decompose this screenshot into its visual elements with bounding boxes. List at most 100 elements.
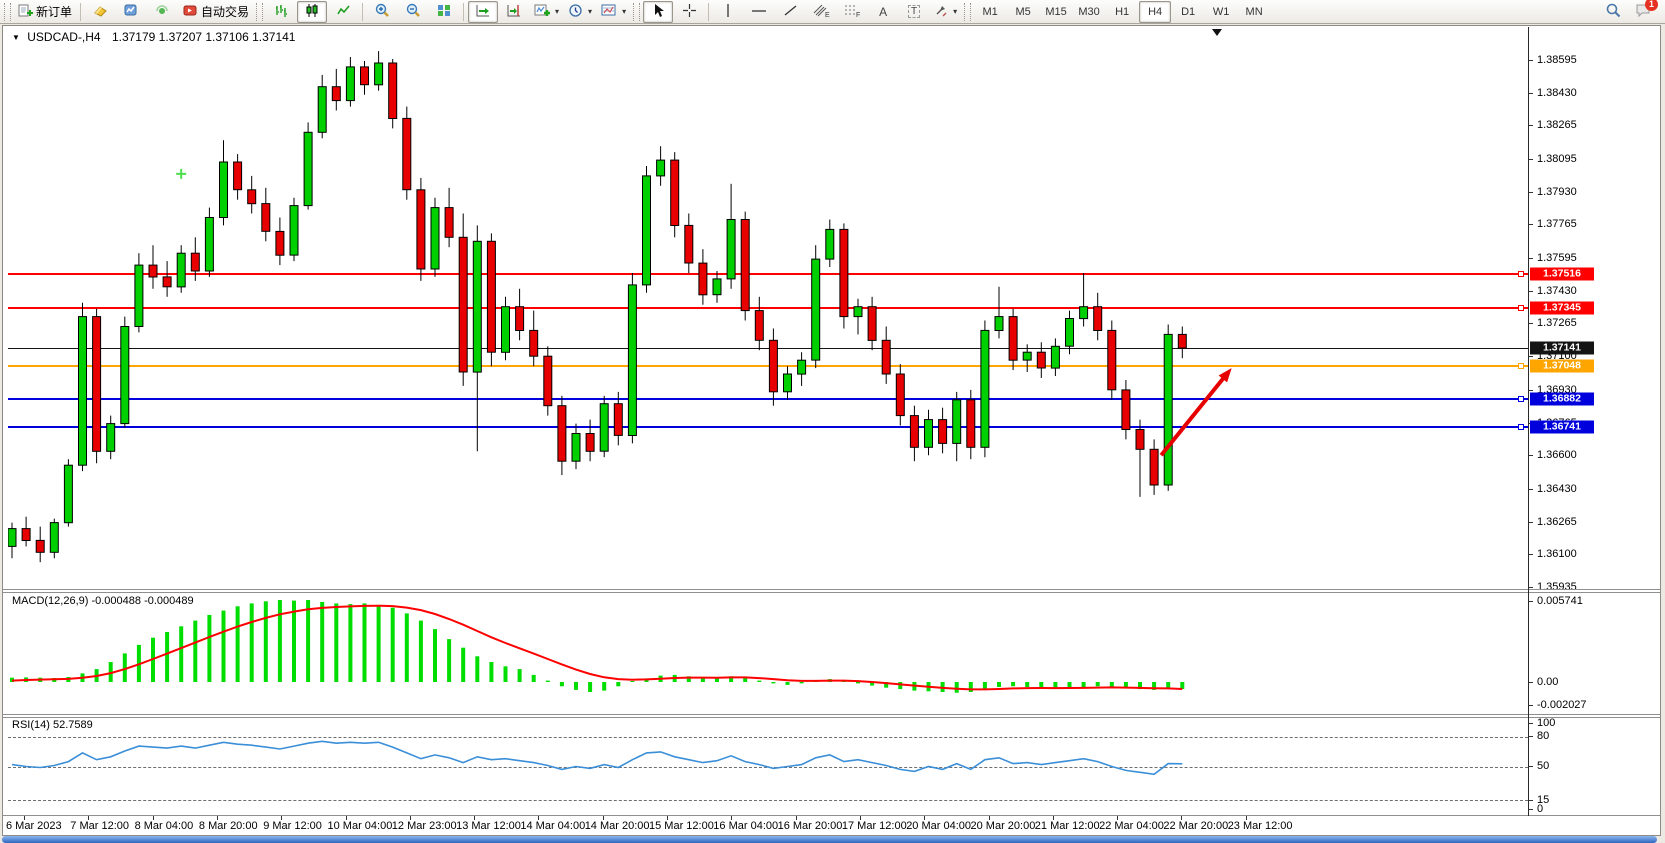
channel-letter: E [825, 12, 830, 18]
arrows-tool-button[interactable]: ▾ [930, 1, 961, 23]
cursor-icon [651, 3, 665, 21]
time-tick-label: 22 Mar 04:00 [1099, 820, 1164, 832]
new-order-icon [18, 3, 33, 21]
text-icon: A [879, 5, 887, 19]
text-tool-button[interactable]: A [868, 1, 898, 23]
price-tick-label: 1.37930 [1537, 186, 1577, 198]
time-tick-label: 6 Mar 2023 [6, 820, 62, 832]
dropdown-caret: ▾ [622, 7, 626, 16]
auto-trading-label: 自动交易 [201, 3, 249, 20]
search-button[interactable] [1598, 1, 1628, 23]
price-tick-label: 1.38595 [1537, 54, 1577, 66]
candlestick-plot [8, 27, 1528, 589]
price-tick-label: 1.38265 [1537, 119, 1577, 131]
candlestick-chart-button[interactable] [297, 1, 327, 23]
new-order-label: 新订单 [36, 3, 72, 20]
timeframe-button-mn[interactable]: MN [1238, 1, 1270, 23]
macd-scale-label: 0.00 [1537, 676, 1558, 688]
indicators-button[interactable]: ▾ [530, 1, 563, 23]
timeframe-button-d1[interactable]: D1 [1172, 1, 1204, 23]
profile-button[interactable] [116, 1, 146, 23]
price-axis-badge: 1.36741 [1530, 421, 1594, 434]
time-tick-label: 22 Mar 20:00 [1163, 820, 1228, 832]
main-toolbar: 新订单 自动交易 [0, 0, 1665, 24]
time-tick-label: 10 Mar 04:00 [328, 820, 393, 832]
fibonacci-letter: F [856, 12, 860, 18]
bar-chart-button[interactable] [266, 1, 296, 23]
trendline-tool-button[interactable] [775, 1, 805, 23]
toolbar-grip[interactable] [4, 3, 11, 21]
price-tick-label: 1.38430 [1537, 87, 1577, 99]
dropdown-caret: ▾ [588, 7, 592, 16]
macd-indicator-label: MACD(12,26,9) -0.000488 -0.000489 [12, 595, 194, 607]
timeframe-button-m5[interactable]: M5 [1007, 1, 1039, 23]
auto-trading-button[interactable]: 自动交易 [178, 1, 253, 23]
pane-separator[interactable] [3, 589, 1660, 590]
time-tick-label: 21 Mar 12:00 [1035, 820, 1100, 832]
price-axis-badge: 1.37141 [1530, 342, 1594, 355]
template-icon [601, 3, 618, 21]
zoom-in-button[interactable] [367, 1, 397, 23]
horizontal-line-icon [751, 3, 767, 21]
auto-scroll-icon [475, 3, 491, 21]
time-tick-label: 13 Mar 12:00 [456, 820, 521, 832]
market-depth-button[interactable] [85, 1, 115, 23]
trading-terminal-window: 新订单 自动交易 [0, 0, 1665, 843]
timeframe-button-h1[interactable]: H1 [1106, 1, 1138, 23]
tile-windows-button[interactable] [429, 1, 459, 23]
dropdown-caret: ▾ [555, 7, 559, 16]
time-tick-label: 23 Mar 12:00 [1228, 820, 1293, 832]
line-chart-button[interactable] [328, 1, 358, 23]
bottom-scrollbar[interactable] [2, 836, 1657, 843]
horizontal-line-tool-button[interactable] [744, 1, 774, 23]
zoom-in-icon [374, 2, 390, 21]
timeframe-toolbar: M1M5M15M30H1H4D1W1MN [974, 1, 1270, 23]
vertical-line-tool-button[interactable] [713, 1, 743, 23]
bar-chart-icon [274, 3, 289, 21]
channel-tool-button[interactable]: E [806, 1, 836, 23]
zoom-out-button[interactable] [398, 1, 428, 23]
time-tick-label: 8 Mar 04:00 [135, 820, 194, 832]
signal-icon [154, 3, 170, 21]
price-tick-label: 1.37765 [1537, 218, 1577, 230]
text-label-tool-button[interactable]: T [899, 1, 929, 23]
cursor-tool-button[interactable] [643, 1, 673, 23]
fibonacci-tool-button[interactable]: F [837, 1, 867, 23]
text-label-icon: T [908, 5, 920, 18]
timeframe-button-m15[interactable]: M15 [1040, 1, 1072, 23]
search-icon [1605, 2, 1621, 21]
timeframe-button-h4[interactable]: H4 [1139, 1, 1171, 23]
chat-bubble-icon: 1 [1635, 2, 1653, 21]
timeframe-button-m30[interactable]: M30 [1073, 1, 1105, 23]
price-axis-badge: 1.37516 [1530, 267, 1594, 280]
price-axis-badge: 1.36882 [1530, 393, 1594, 406]
toolbar-grip[interactable] [633, 3, 640, 21]
pane-separator[interactable] [3, 714, 1660, 715]
rsi-scale-label: 0 [1537, 803, 1543, 815]
time-tick-label: 7 Mar 12:00 [70, 820, 129, 832]
price-tick-label: 1.36430 [1537, 483, 1577, 495]
timeframe-button-w1[interactable]: W1 [1205, 1, 1237, 23]
toolbar-grip[interactable] [964, 3, 971, 21]
periods-button[interactable]: ▾ [564, 1, 596, 23]
notifications-button[interactable]: 1 [1629, 1, 1659, 23]
timeframe-button-m1[interactable]: M1 [974, 1, 1006, 23]
tile-windows-icon [436, 3, 452, 21]
macd-scale-label: 0.005741 [1537, 595, 1583, 607]
rsi-scale-label: 100 [1537, 717, 1555, 729]
new-order-button[interactable]: 新订单 [14, 1, 76, 23]
pane-separator [3, 592, 1660, 593]
crosshair-tool-button[interactable] [674, 1, 704, 23]
macd-plot [8, 593, 1528, 713]
signals-button[interactable] [147, 1, 177, 23]
zoom-out-icon [405, 2, 421, 21]
chart-shift-button[interactable] [499, 1, 529, 23]
price-tick-label: 1.37595 [1537, 252, 1577, 264]
price-axis-badge: 1.37048 [1530, 360, 1594, 373]
toolbar-grip[interactable] [256, 3, 263, 21]
auto-scroll-button[interactable] [468, 1, 498, 23]
time-tick-label: 20 Mar 04:00 [906, 820, 971, 832]
templates-button[interactable]: ▾ [597, 1, 630, 23]
vertical-line-icon [723, 3, 733, 21]
fibonacci-icon: F [844, 3, 861, 21]
